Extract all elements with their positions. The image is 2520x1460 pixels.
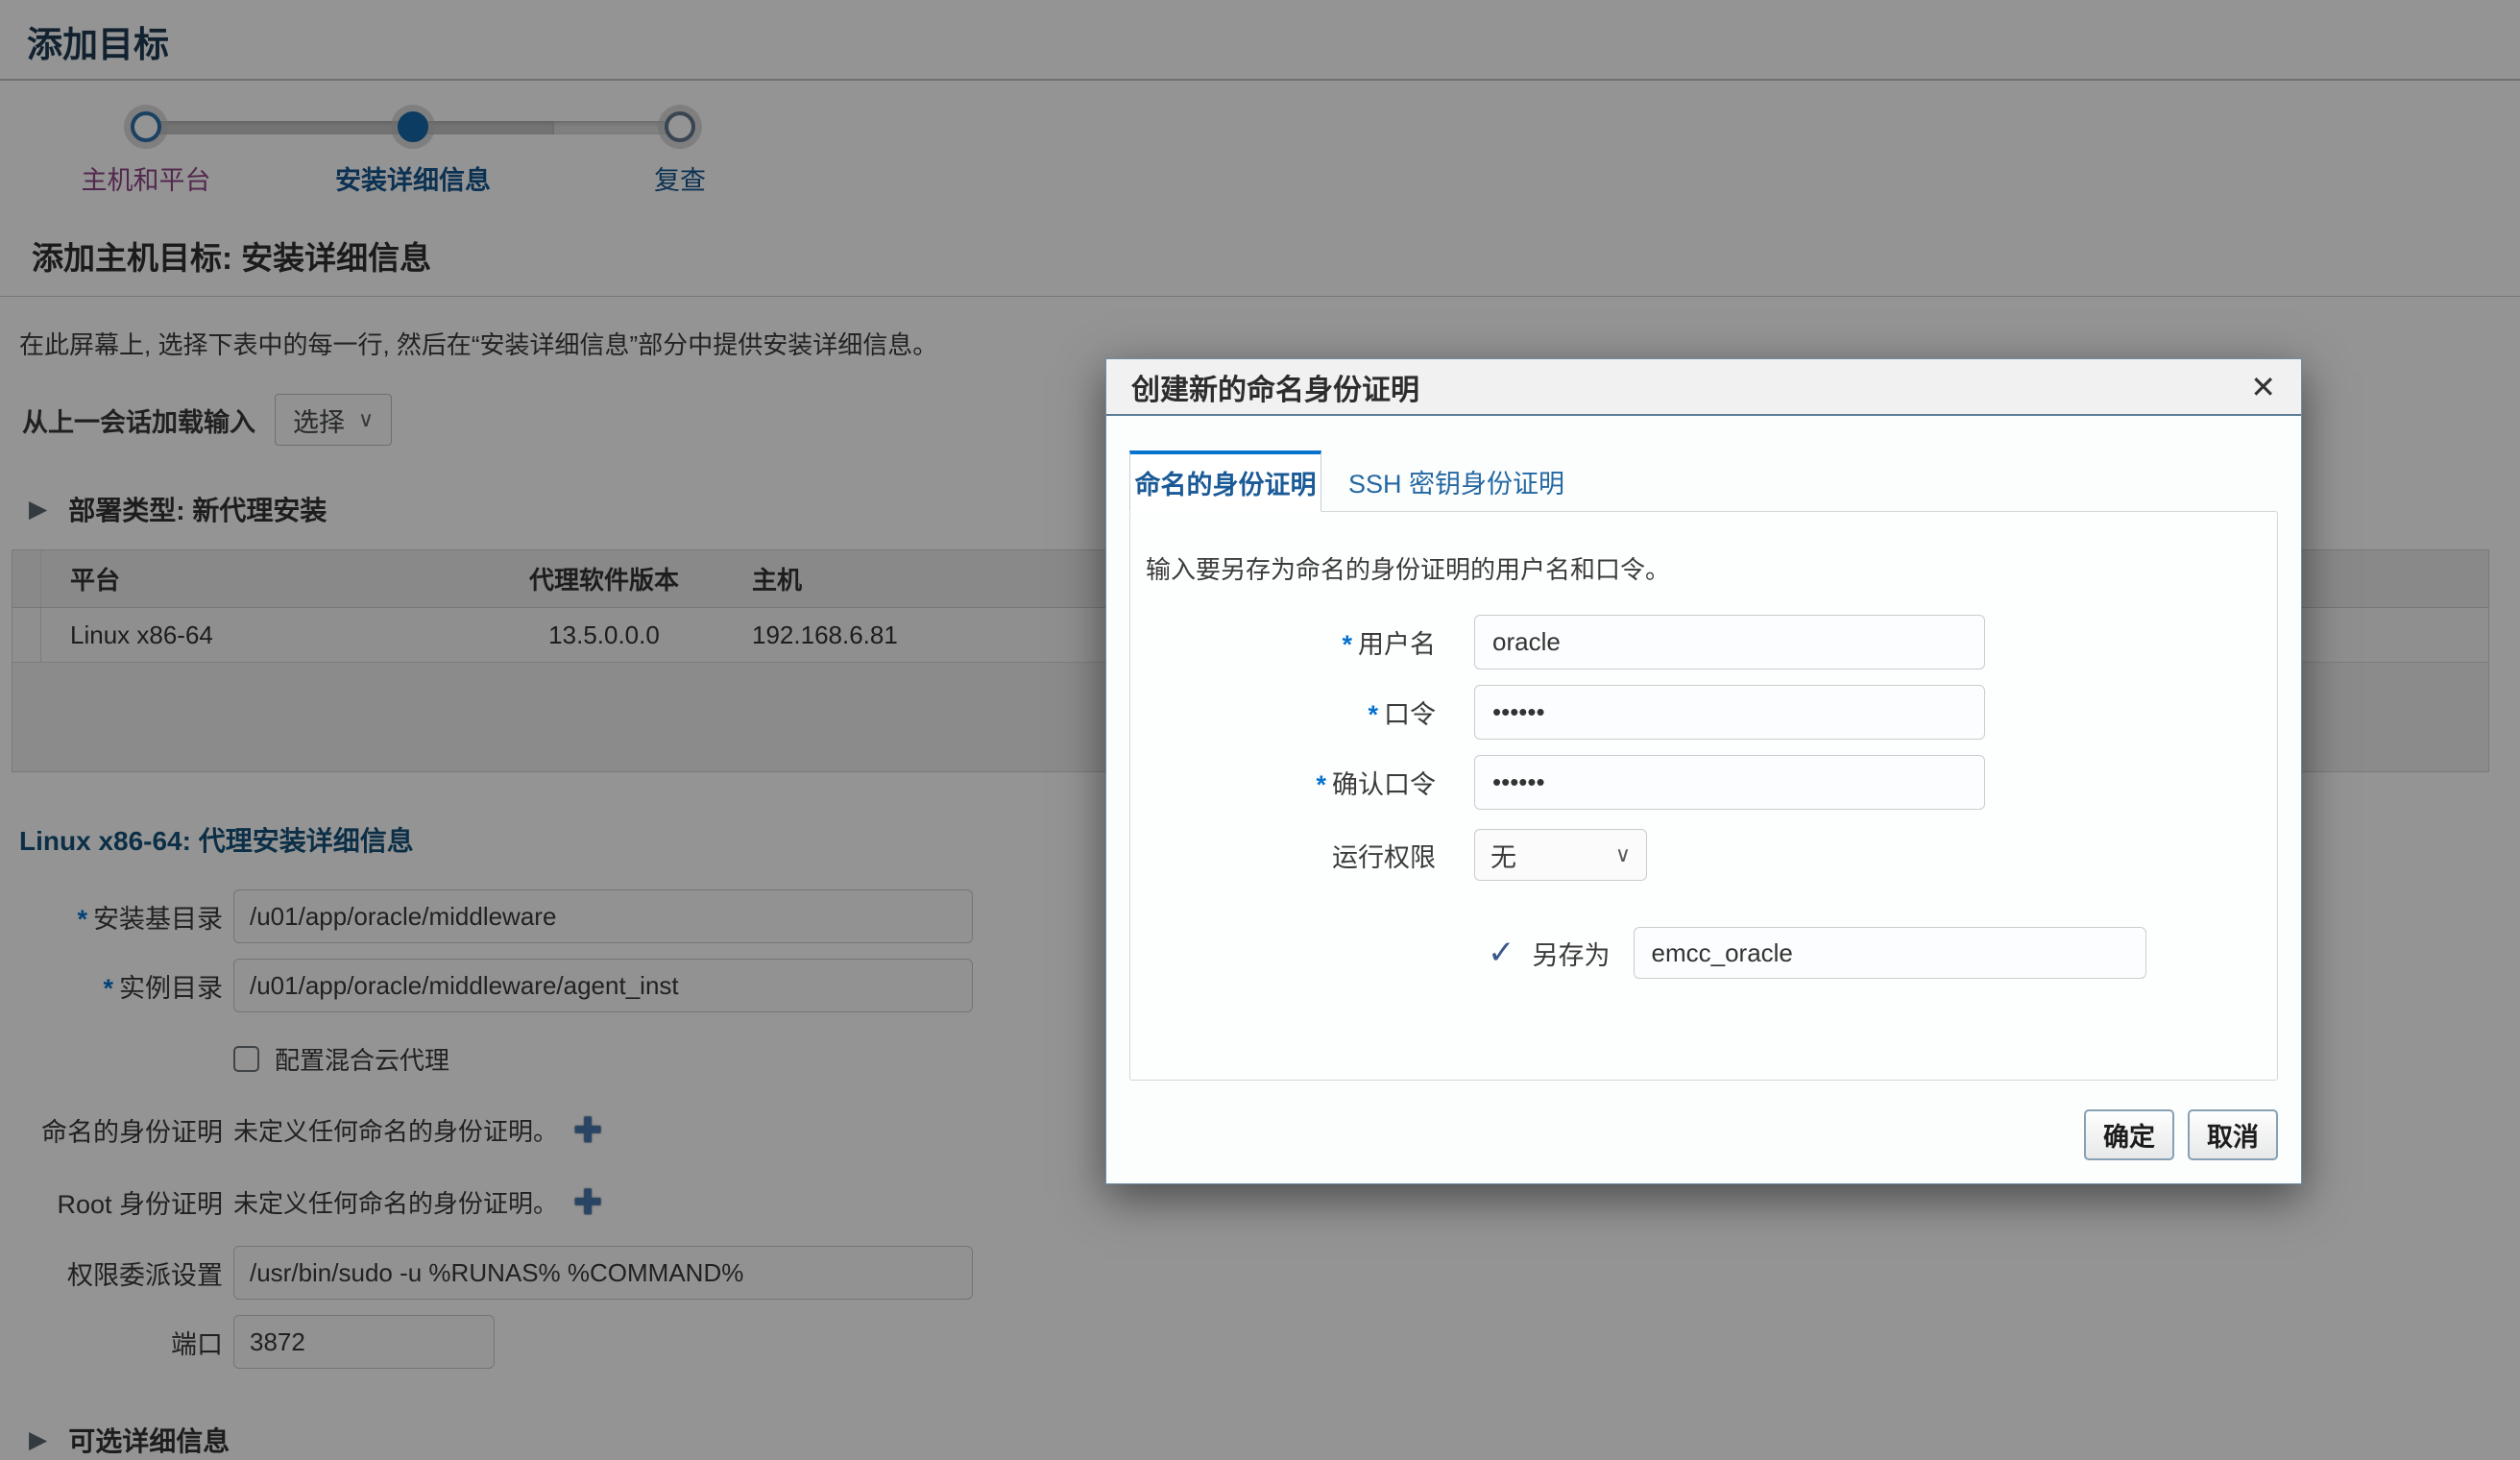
save-as-input[interactable] [1634,927,2146,979]
save-as-row: ✓ 另存为 [1488,927,2277,979]
chevron-down-icon: ∨ [1615,842,1631,867]
username-row: *用户名 [1130,615,2277,669]
required-icon: * [1316,770,1326,799]
run-privilege-dropdown[interactable]: 无 ∨ [1474,829,1647,881]
password-row: *口令 [1130,685,2277,740]
credential-tabbar: 命名的身份证明 SSH 密钥身份证明 [1129,450,2278,512]
confirm-password-label: *确认口令 [1130,764,1436,801]
password-input[interactable] [1474,685,1985,740]
named-credential-panel: 输入要另存为命名的身份证明的用户名和口令。 *用户名 *口令 *确认口令 运行权… [1129,511,2278,1081]
save-as-checkbox[interactable]: ✓ [1488,937,1515,969]
username-input[interactable] [1474,615,1985,669]
cancel-button[interactable]: 取消 [2188,1109,2278,1160]
required-icon: * [1342,630,1352,659]
confirm-password-input[interactable] [1474,755,1985,810]
dialog-header: 创建新的命名身份证明 ✕ [1106,359,2301,416]
save-as-label: 另存为 [1533,935,1611,972]
ok-button[interactable]: 确定 [2084,1109,2174,1160]
run-privilege-label: 运行权限 [1130,837,1436,874]
password-label: *口令 [1130,694,1436,731]
required-icon: * [1368,700,1378,729]
dialog-footer: 确定 取消 [2084,1109,2278,1160]
run-privilege-row: 运行权限 无 ∨ [1130,829,2277,881]
close-icon[interactable]: ✕ [2250,372,2276,402]
confirm-password-row: *确认口令 [1130,755,2277,810]
username-label: *用户名 [1130,623,1436,661]
create-credential-dialog: 创建新的命名身份证明 ✕ 命名的身份证明 SSH 密钥身份证明 输入要另存为命名… [1105,358,2302,1184]
dialog-body: 命名的身份证明 SSH 密钥身份证明 输入要另存为命名的身份证明的用户名和口令。… [1106,416,2301,1081]
tab-named-credential[interactable]: 命名的身份证明 [1129,450,1321,512]
dialog-instruction: 输入要另存为命名的身份证明的用户名和口令。 [1146,550,2277,586]
tab-ssh-key-credential[interactable]: SSH 密钥身份证明 [1321,450,1591,512]
dialog-title: 创建新的命名身份证明 [1131,366,1419,408]
run-privilege-value: 无 [1490,837,1516,874]
